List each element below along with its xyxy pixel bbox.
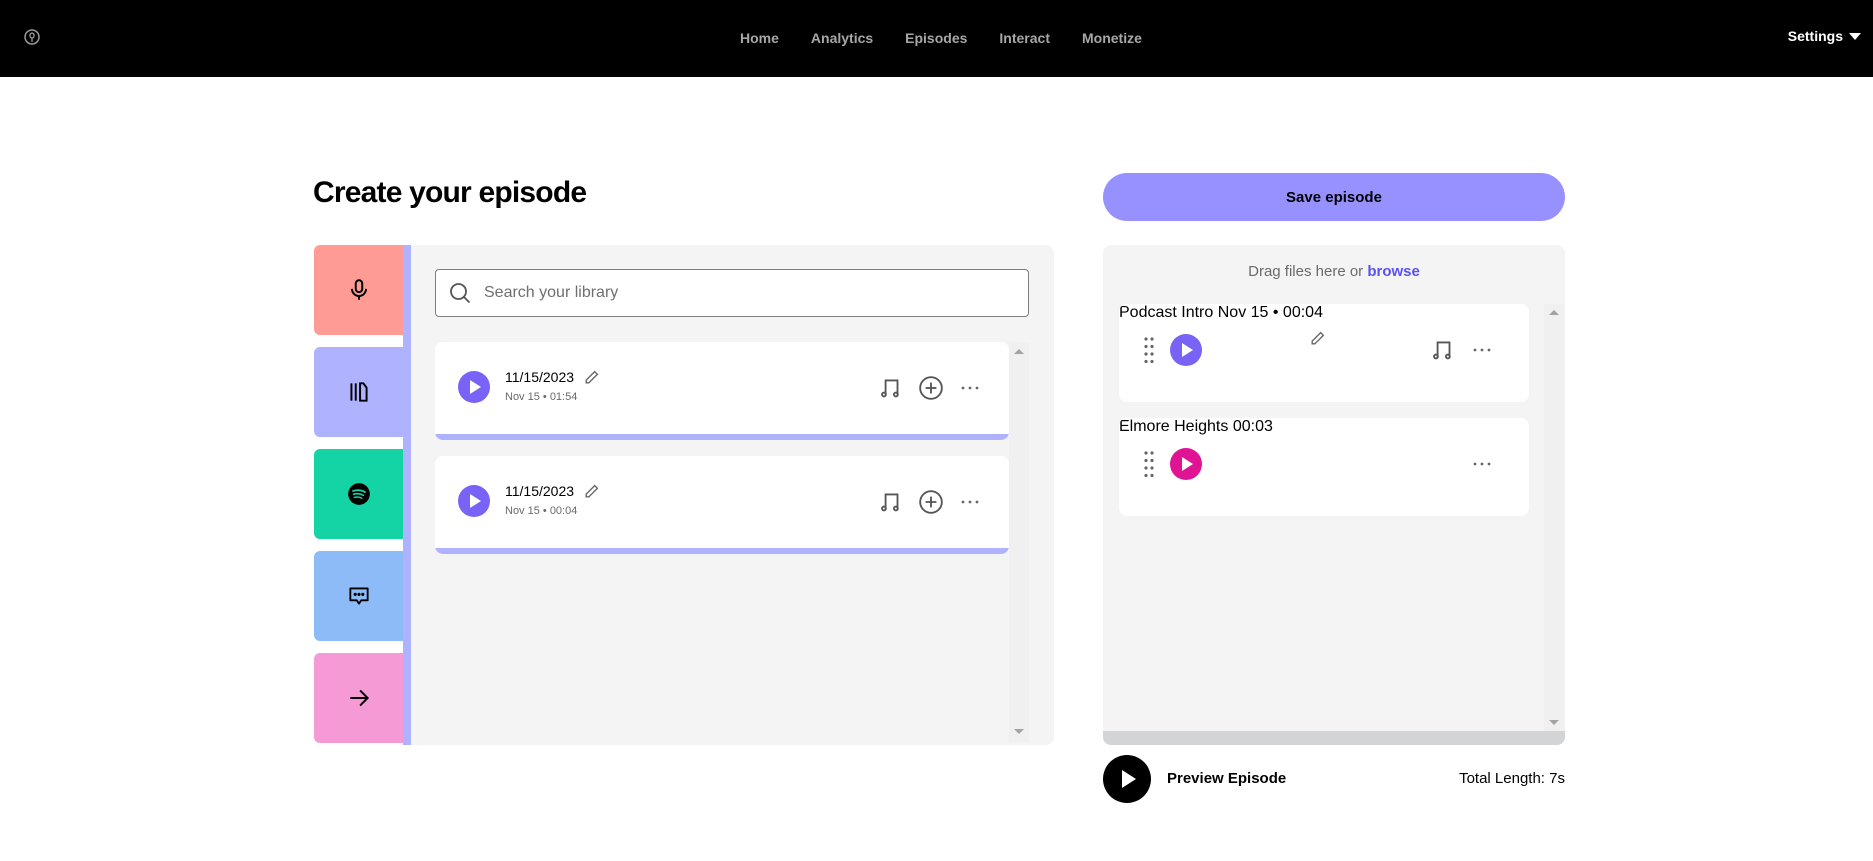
add-circle-icon[interactable] [918, 375, 944, 401]
active-tab-rail [403, 245, 411, 745]
item-meta: Nov 15 • 00:04 [505, 505, 578, 517]
music-note-icon[interactable] [878, 489, 904, 515]
item-color-bar [435, 548, 1009, 554]
podcast-microphone-icon[interactable] [23, 28, 41, 46]
library-icon [349, 382, 368, 402]
edit-pencil-icon[interactable] [1309, 330, 1326, 347]
timeline-scrollbar[interactable] [1544, 304, 1564, 731]
episode-timeline: Drag files here or browse Podcast Intro … [1103, 245, 1565, 745]
segment-title: Podcast Intro [1119, 304, 1214, 321]
item-title: 11/15/2023 [505, 369, 575, 385]
segment-meta: Nov 15 • 00:04 [1217, 304, 1323, 321]
top-navigation-bar: Home Analytics Episodes Interact Monetiz… [0, 0, 1873, 77]
segment-meta: 00:03 [1232, 418, 1273, 435]
scroll-up-arrow-icon[interactable] [1549, 310, 1559, 315]
nav-monetize[interactable]: Monetize [1082, 30, 1142, 46]
play-button[interactable] [458, 371, 490, 403]
source-tabs [314, 245, 411, 755]
more-options-icon[interactable] [958, 490, 982, 514]
nav-home[interactable]: Home [740, 30, 779, 46]
more-options-icon[interactable] [1470, 452, 1494, 476]
preview-episode-label[interactable]: Preview Episode [1167, 770, 1286, 787]
timeline-segment[interactable]: Podcast Intro Nov 15 • 00:04 [1119, 304, 1529, 402]
scroll-up-arrow-icon[interactable] [1014, 349, 1024, 354]
library-panel: 11/15/2023 Nov 15 • 01:54 11/15/2023 N [411, 245, 1054, 745]
item-title: 11/15/2023 [505, 483, 575, 499]
save-episode-button[interactable]: Save episode [1103, 173, 1565, 221]
item-meta: Nov 15 • 01:54 [505, 391, 578, 403]
microphone-icon [350, 279, 367, 300]
timeline-horizontal-scrollbar[interactable] [1103, 731, 1565, 745]
music-note-icon[interactable] [1430, 337, 1456, 363]
segment-title: Elmore Heights [1119, 418, 1229, 435]
nav-analytics[interactable]: Analytics [811, 30, 873, 46]
play-icon [1182, 457, 1193, 471]
preview-bar: Preview Episode Total Length: 7s [1103, 755, 1565, 805]
tab-record[interactable] [314, 245, 403, 335]
add-circle-icon[interactable] [918, 489, 944, 515]
tab-library[interactable] [314, 347, 403, 437]
drag-handle-icon[interactable] [1143, 450, 1155, 478]
music-note-icon[interactable] [878, 375, 904, 401]
main-nav: Home Analytics Episodes Interact Monetiz… [740, 0, 1174, 75]
play-button[interactable] [458, 485, 490, 517]
timeline-segment[interactable]: Elmore Heights 00:03 [1119, 418, 1529, 516]
library-search [435, 269, 1029, 317]
arrow-right-icon [349, 689, 369, 707]
drop-zone-text: Drag files here or [1248, 263, 1368, 280]
caret-down-icon [1849, 32, 1861, 40]
tab-interact[interactable] [314, 551, 403, 641]
chat-bubble-icon [348, 587, 369, 605]
page-title: Create your episode [313, 176, 587, 209]
search-input[interactable] [484, 284, 1004, 302]
play-icon [1182, 343, 1193, 357]
nav-interact[interactable]: Interact [999, 30, 1050, 46]
nav-episodes[interactable]: Episodes [905, 30, 967, 46]
drag-handle-icon[interactable] [1143, 336, 1155, 364]
library-scrollbar[interactable] [1009, 342, 1029, 742]
play-icon [470, 380, 481, 394]
play-button[interactable] [1170, 448, 1202, 480]
more-options-icon[interactable] [1470, 338, 1494, 362]
drop-zone[interactable]: Drag files here or browse [1103, 263, 1565, 280]
total-length: Total Length: 7s [1459, 770, 1565, 787]
library-item[interactable]: 11/15/2023 Nov 15 • 00:04 [435, 456, 1009, 554]
settings-label: Settings [1787, 28, 1843, 44]
settings-dropdown[interactable]: Settings [1788, 28, 1861, 44]
timeline-list: Podcast Intro Nov 15 • 00:04 Elmore Heig [1119, 304, 1529, 532]
spotify-icon [347, 483, 370, 505]
play-icon [470, 494, 481, 508]
tab-spotify-music[interactable] [314, 449, 403, 539]
edit-pencil-icon[interactable] [583, 483, 600, 500]
library-list: 11/15/2023 Nov 15 • 01:54 11/15/2023 Nov… [435, 342, 1009, 570]
library-item[interactable]: 11/15/2023 Nov 15 • 01:54 [435, 342, 1009, 440]
item-color-bar [435, 434, 1009, 440]
tab-transitions[interactable] [314, 653, 403, 743]
edit-pencil-icon[interactable] [583, 369, 600, 386]
search-icon [450, 283, 471, 304]
preview-play-button[interactable] [1103, 755, 1151, 803]
scroll-down-arrow-icon[interactable] [1014, 729, 1024, 734]
play-button[interactable] [1170, 334, 1202, 366]
more-options-icon[interactable] [958, 376, 982, 400]
play-icon [1122, 770, 1136, 788]
scroll-down-arrow-icon[interactable] [1549, 720, 1559, 725]
browse-link[interactable]: browse [1367, 263, 1420, 280]
